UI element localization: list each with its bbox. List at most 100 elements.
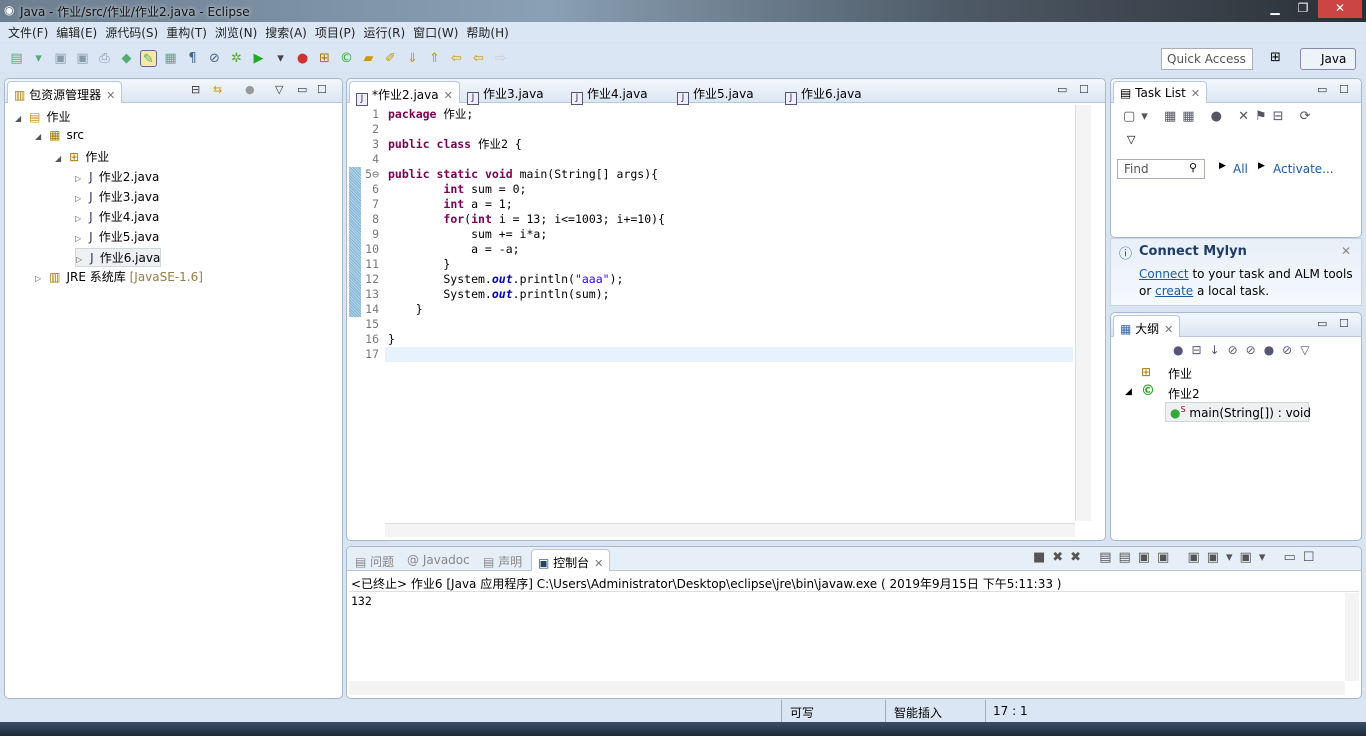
tree-item[interactable]: ◢ ▦ src <box>35 128 84 142</box>
close-icon[interactable]: ✕ <box>1164 323 1173 336</box>
maximize-icon[interactable]: ☐ <box>1339 317 1349 330</box>
close-icon[interactable]: ✕ <box>1341 244 1351 258</box>
run-dropdown-icon[interactable]: ▾ <box>272 50 289 67</box>
expanded-arrow-icon[interactable]: ◢ <box>35 132 41 141</box>
tree-item[interactable]: ▷ J 作业5.java <box>75 228 159 245</box>
code-line[interactable]: public class 作业2 { <box>388 137 522 152</box>
outline-toolbar[interactable]: ●⊟↓⊘⊘●⊘▽ <box>1173 343 1317 357</box>
new-java-class-icon[interactable]: © <box>338 50 355 67</box>
maximize-icon[interactable]: ☐ <box>1079 83 1089 96</box>
code-line[interactable]: sum += i*a; <box>388 227 547 242</box>
open-type-icon[interactable]: ▰ <box>360 50 377 67</box>
maximize-icon[interactable]: ☐ <box>1339 83 1349 96</box>
expanded-arrow-icon[interactable]: ◢ <box>55 154 61 163</box>
link-with-editor-icon[interactable]: ⇆ <box>213 83 222 96</box>
editor-tab[interactable]: J 作业4.java <box>565 81 654 105</box>
outline-item-package[interactable]: 作业 <box>1168 365 1192 382</box>
collapse-all-icon[interactable]: ⊟ <box>191 83 200 96</box>
expanded-arrow-icon[interactable]: ◢ <box>15 114 21 123</box>
tab-problems[interactable]: 问题 <box>370 555 394 569</box>
tree-item[interactable]: ▷ J 作业4.java <box>75 208 159 225</box>
maximize-button[interactable]: ❐ <box>1290 0 1316 18</box>
outline-item-class[interactable]: 作业2 <box>1168 385 1200 402</box>
code-line[interactable]: int sum = 0; <box>388 182 526 197</box>
menu-help[interactable]: 帮助(H) <box>464 22 514 42</box>
vertical-scrollbar[interactable] <box>1075 105 1091 521</box>
code-line[interactable]: System.out.println("aaa"); <box>388 272 623 287</box>
menu-refactor[interactable]: 重构(T) <box>164 22 213 42</box>
collapsed-arrow-icon[interactable]: ▷ <box>75 214 81 223</box>
menu-source[interactable]: 源代码(S) <box>103 22 164 42</box>
close-icon[interactable]: ✕ <box>444 89 453 102</box>
menu-edit[interactable]: 编辑(E) <box>54 22 103 42</box>
code-line[interactable]: public static void main(String[] args){ <box>388 167 658 182</box>
save-icon[interactable]: ▣ <box>52 50 69 67</box>
collapsed-arrow-icon[interactable]: ▷ <box>75 174 81 183</box>
back-icon[interactable]: ⇦ <box>470 50 487 67</box>
code-line[interactable]: package 作业; <box>388 107 473 122</box>
forward-icon[interactable]: ⇨ <box>492 50 509 67</box>
minimize-icon[interactable]: ▭ <box>1057 83 1067 96</box>
connect-link[interactable]: Connect <box>1139 267 1189 281</box>
minimize-button[interactable]: ▁ <box>1262 0 1288 18</box>
skip-breakpoints-icon[interactable]: ⊘ <box>206 50 223 67</box>
tree-item[interactable]: ▷ J 作业3.java <box>75 188 159 205</box>
horizontal-scrollbar[interactable] <box>385 523 1075 537</box>
quick-access-input[interactable]: Quick Access <box>1161 48 1253 70</box>
tree-item[interactable]: ▷ J 作业6.java <box>75 248 162 267</box>
next-annotation-icon[interactable]: ⇓ <box>404 50 421 67</box>
editor-tab[interactable]: J *作业2.java ✕ <box>349 81 460 106</box>
maximize-icon[interactable]: ☐ <box>317 83 327 96</box>
activate-link[interactable]: Activate... <box>1273 162 1334 176</box>
task-list-title[interactable]: Task List <box>1135 86 1186 100</box>
last-edit-icon[interactable]: ⇦ <box>448 50 465 67</box>
tab-declaration[interactable]: 声明 <box>498 555 522 569</box>
minimize-icon[interactable]: ▭ <box>297 83 307 96</box>
close-icon[interactable]: ✕ <box>1191 87 1200 100</box>
code-line[interactable]: for(int i = 13; i<=1003; i+=10){ <box>388 212 665 227</box>
collapsed-arrow-icon[interactable]: ▷ <box>75 234 81 243</box>
console-output[interactable]: 132 <box>351 594 372 608</box>
open-perspective-icon[interactable]: ⊞ <box>1270 50 1281 65</box>
run-icon[interactable]: ▶ <box>250 50 267 67</box>
menu-project[interactable]: 项目(P) <box>313 22 362 42</box>
collapsed-arrow-icon[interactable]: ▷ <box>75 194 81 203</box>
minimize-icon[interactable]: ▭ <box>1317 317 1327 330</box>
outline-item-method[interactable]: ●S main(String[]) : void <box>1165 402 1311 422</box>
new-java-package-icon[interactable]: ⊞ <box>316 50 333 67</box>
horizontal-scrollbar[interactable] <box>349 681 1345 695</box>
close-button[interactable]: ✕ <box>1318 0 1362 18</box>
tree-item[interactable]: ◢ ▤ 作业 <box>15 108 71 125</box>
new-icon[interactable]: ▤ <box>8 50 25 67</box>
prev-annotation-icon[interactable]: ⇑ <box>426 50 443 67</box>
external-tools-icon[interactable]: ● <box>294 50 311 67</box>
code-line[interactable]: } <box>388 332 395 347</box>
save-all-icon[interactable]: ▣ <box>74 50 91 67</box>
code-line[interactable]: } <box>388 257 450 272</box>
create-link[interactable]: create <box>1155 284 1193 298</box>
view-menu-icon[interactable]: ▽ <box>275 83 283 96</box>
java-perspective-button[interactable]: Java <box>1300 48 1356 70</box>
tree-item[interactable]: ▷ J 作业2.java <box>75 168 159 185</box>
collapsed-arrow-icon[interactable]: ▷ <box>76 255 82 264</box>
mark-occurrences-icon[interactable]: ✎ <box>140 49 157 67</box>
expand-arrow-icon[interactable]: ◢ <box>1125 387 1132 397</box>
menu-run[interactable]: 运行(R) <box>361 22 411 42</box>
minimize-icon[interactable]: ▭ <box>1317 83 1327 96</box>
print-icon[interactable]: ⎙ <box>96 50 113 67</box>
tab-console[interactable]: 控制台 <box>553 556 589 570</box>
view-menu-icon[interactable]: ▽ <box>1127 133 1135 146</box>
task-list-toolbar[interactable]: ▢▾ ▦▦ ● ✕⚑⊟ ⟳ <box>1123 109 1317 124</box>
new-dropdown-icon[interactable]: ▾ <box>30 50 47 67</box>
close-icon[interactable]: ✕ <box>594 557 603 570</box>
menu-search[interactable]: 搜索(A) <box>263 22 313 42</box>
package-explorer-title[interactable]: 包资源管理器 <box>29 88 101 102</box>
code-line[interactable]: a = -a; <box>388 242 519 257</box>
toggle-breadcrumb-icon[interactable]: ◆ <box>118 50 135 67</box>
code-line[interactable]: int a = 1; <box>388 197 512 212</box>
menu-navigate[interactable]: 浏览(N) <box>213 22 263 42</box>
close-icon[interactable]: ✕ <box>106 89 115 102</box>
collapsed-arrow-icon[interactable]: ▷ <box>35 274 41 283</box>
outline-title[interactable]: 大纲 <box>1135 322 1159 336</box>
editor-tab[interactable]: J 作业5.java <box>671 81 760 105</box>
